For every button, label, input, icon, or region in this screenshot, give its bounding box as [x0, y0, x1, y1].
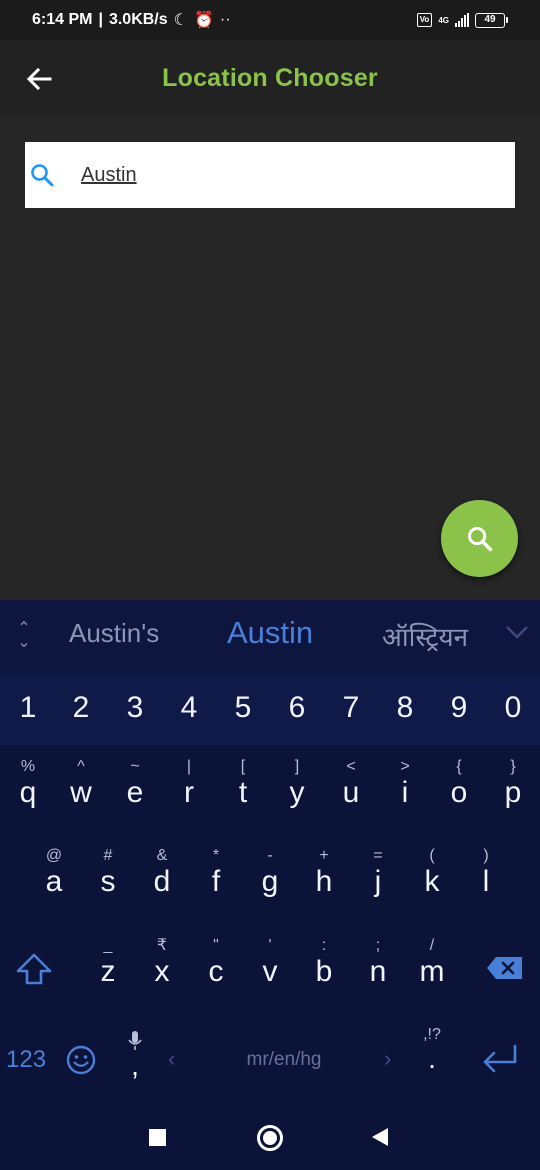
- key-k[interactable]: (k: [405, 847, 459, 899]
- backspace-icon: [487, 957, 522, 979]
- status-right: Vo 4G 49: [416, 12, 508, 28]
- key-u[interactable]: < u: [324, 758, 378, 810]
- battery-icon: 49: [475, 12, 508, 28]
- spacebar[interactable]: mr/en/hg: [200, 1049, 368, 1071]
- period-key[interactable]: ,!? .: [414, 1026, 450, 1074]
- key-y[interactable]: ] y: [270, 758, 324, 810]
- main-content: [0, 119, 540, 600]
- navigation-bar: [0, 1100, 540, 1170]
- battery-level: 49: [475, 12, 505, 28]
- key-c[interactable]: " c: [189, 937, 243, 989]
- key-e[interactable]: ~ e: [108, 758, 162, 810]
- key-v[interactable]: ' v: [243, 937, 297, 989]
- key-l[interactable]: ) l: [459, 847, 513, 899]
- keyboard: ⌃ ⌄ Austin's Austin ऑस्ट्रियन 1 2 3 4 5 6…: [0, 600, 540, 1100]
- search-icon: [467, 526, 492, 551]
- key-w[interactable]: ^ w: [54, 758, 108, 810]
- key-b[interactable]: :b: [297, 937, 351, 989]
- app-bar: Location Chooser: [0, 40, 540, 118]
- key-t[interactable]: [t: [216, 758, 270, 810]
- key-h[interactable]: + h: [297, 847, 351, 899]
- status-speed: 3.0KB/s: [108, 11, 168, 28]
- signal-icon: [455, 13, 469, 27]
- emoji-icon: [66, 1045, 96, 1075]
- chevron-down-icon[interactable]: [505, 624, 529, 644]
- key-4[interactable]: 4: [162, 691, 216, 725]
- key-3[interactable]: 3: [108, 691, 162, 725]
- comma-key[interactable]: ,: [120, 1030, 150, 1090]
- search-fab-button[interactable]: [441, 500, 518, 577]
- key-q[interactable]: % q: [1, 758, 55, 810]
- number-row: 1 2 3 4 5 6 7 8 9 0: [0, 673, 540, 745]
- suggestion-bar: ⌃ ⌄ Austin's Austin ऑस्ट्रियन: [0, 600, 540, 673]
- shift-key[interactable]: [14, 952, 56, 986]
- key-6[interactable]: 6: [270, 691, 324, 725]
- key-s[interactable]: # s: [81, 847, 135, 899]
- search-input[interactable]: [81, 163, 461, 187]
- nav-back-icon[interactable]: [372, 1128, 388, 1146]
- key-1[interactable]: 1: [1, 691, 55, 725]
- key-g[interactable]: -g: [243, 847, 297, 899]
- key-i[interactable]: > i: [378, 758, 432, 810]
- status-left: 6:14 PM | 3.0KB/s ☾ ⏰ ··: [32, 11, 231, 29]
- status-time: 6:14 PM: [32, 11, 93, 28]
- shift-icon: [16, 953, 52, 985]
- network-type: 4G: [438, 15, 449, 25]
- key-j[interactable]: = j: [351, 847, 405, 899]
- keyboard-bottom-row: 123 , ‹ mr/en/hg › ,!? .: [0, 1020, 540, 1100]
- backspace-key[interactable]: [486, 956, 526, 982]
- more-dots-icon: ··: [219, 11, 231, 28]
- suggestion-3[interactable]: ऑस्ट्रियन: [382, 618, 468, 654]
- key-n[interactable]: ; n: [351, 937, 405, 989]
- home-icon[interactable]: [257, 1125, 283, 1151]
- language-right-arrow-icon: ›: [384, 1046, 392, 1071]
- page-title: Location Chooser: [162, 64, 378, 92]
- moon-icon: ☾: [173, 12, 188, 29]
- key-d[interactable]: & d: [135, 847, 189, 899]
- key-9[interactable]: 9: [432, 691, 486, 725]
- key-m[interactable]: / m: [405, 937, 459, 989]
- volte-icon: Vo: [416, 13, 433, 27]
- alarm-icon: ⏰: [194, 12, 214, 29]
- search-box[interactable]: [25, 142, 515, 208]
- key-2[interactable]: 2: [54, 691, 108, 725]
- symbols-mode-key[interactable]: 123: [6, 1046, 46, 1074]
- key-z[interactable]: _ z: [81, 937, 135, 989]
- key-o[interactable]: {o: [432, 758, 486, 810]
- enter-icon: [483, 1044, 517, 1073]
- key-r[interactable]: | r: [162, 758, 216, 810]
- emoji-key[interactable]: [65, 1044, 97, 1076]
- enter-key[interactable]: [480, 1042, 520, 1076]
- suggestion-1[interactable]: Austin's: [69, 618, 159, 649]
- status-bar: 6:14 PM | 3.0KB/s ☾ ⏰ ·· Vo 4G 49: [0, 0, 540, 40]
- comma-label: ,: [131, 1050, 139, 1081]
- expand-toolbar-icon[interactable]: ⌃ ⌄: [14, 621, 34, 651]
- key-x[interactable]: ₹ x: [135, 937, 189, 989]
- key-a[interactable]: @ a: [27, 847, 81, 899]
- search-icon: [29, 162, 55, 188]
- key-p[interactable]: } p: [486, 758, 540, 810]
- key-8[interactable]: 8: [378, 691, 432, 725]
- microphone-icon: [120, 1030, 150, 1052]
- language-left-arrow-icon: ‹: [168, 1046, 176, 1071]
- suggestion-2[interactable]: Austin: [227, 615, 313, 651]
- key-0[interactable]: 0: [486, 691, 540, 725]
- key-f[interactable]: * f: [189, 847, 243, 899]
- recents-icon[interactable]: [149, 1129, 166, 1146]
- key-5[interactable]: 5: [216, 691, 270, 725]
- key-7[interactable]: 7: [324, 691, 378, 725]
